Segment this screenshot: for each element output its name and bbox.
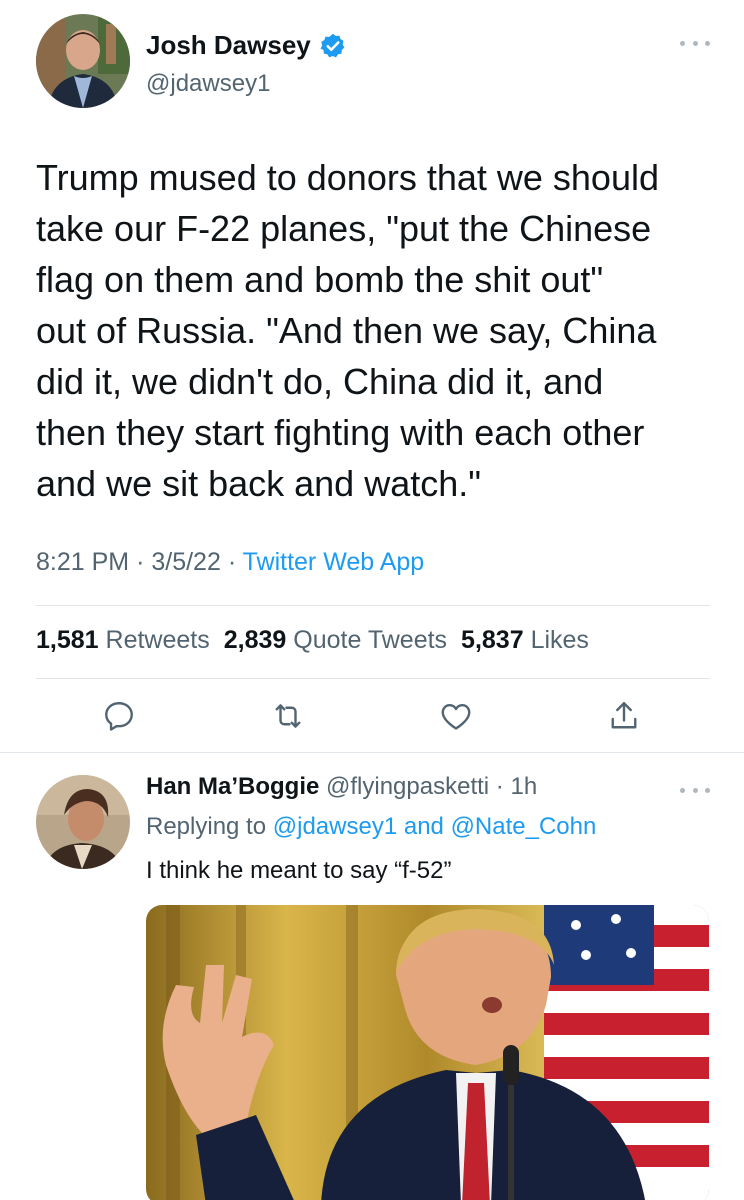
more-options-icon[interactable] [680, 38, 710, 48]
tweet-time[interactable]: 8:21 PM [36, 548, 129, 576]
reply-time-separator: · [495, 773, 504, 800]
quotes-stat[interactable]: 2,839 Quote Tweets [224, 626, 447, 654]
mention-link-2[interactable]: @Nate_Cohn [451, 813, 597, 840]
tweet-actions [0, 698, 744, 738]
meta-separator: · [136, 548, 152, 576]
meta-separator: · [227, 548, 243, 576]
retweet-icon[interactable] [270, 698, 306, 734]
reply-text: I think he meant to say “f-52” [146, 857, 452, 884]
author-name[interactable]: Josh Dawsey [146, 30, 347, 61]
likes-stat[interactable]: 5,837 Likes [461, 626, 589, 654]
more-options-icon[interactable] [680, 785, 710, 795]
divider [36, 605, 710, 606]
main-tweet: Josh Dawsey @jdawsey1 Trump mused to don… [0, 0, 744, 752]
reply-time[interactable]: 1h [510, 773, 537, 800]
reply-media-image[interactable] [146, 905, 709, 1200]
tweet-stats: 1,581 Retweets 2,839 Quote Tweets 5,837 Li… [36, 626, 589, 655]
replying-to-prefix: Replying to [146, 813, 267, 840]
reply-author-handle[interactable]: @flyingpasketti [326, 773, 489, 800]
share-icon[interactable] [606, 698, 642, 734]
reply-author-avatar[interactable] [36, 775, 130, 869]
tweet-meta: 8:21 PM · 3/5/22 · Twitter Web App [36, 548, 424, 577]
author-avatar[interactable] [36, 14, 130, 108]
reply-icon[interactable] [101, 698, 137, 734]
heart-icon[interactable] [438, 698, 474, 734]
tweet-source[interactable]: Twitter Web App [243, 548, 425, 576]
reply-header: Han Ma’Boggie @flyingpasketti · 1h [146, 773, 537, 801]
author-handle[interactable]: @jdawsey1 [146, 70, 270, 98]
divider [36, 678, 710, 679]
replying-to: Replying to @jdawsey1 and @Nate_Cohn [146, 813, 596, 841]
retweets-stat[interactable]: 1,581 Retweets [36, 626, 210, 654]
reply-tweet[interactable]: Han Ma’Boggie @flyingpasketti · 1h Reply… [0, 753, 744, 1200]
tweet-text: Trump mused to donors that we should tak… [36, 157, 659, 504]
author-name-text[interactable]: Josh Dawsey [146, 30, 311, 61]
mention-conjunction[interactable]: and [404, 813, 444, 840]
mention-link-1[interactable]: @jdawsey1 [273, 813, 397, 840]
reply-author-name[interactable]: Han Ma’Boggie [146, 773, 319, 800]
tweet-date[interactable]: 3/5/22 [151, 548, 221, 576]
verified-badge-icon [319, 32, 347, 60]
